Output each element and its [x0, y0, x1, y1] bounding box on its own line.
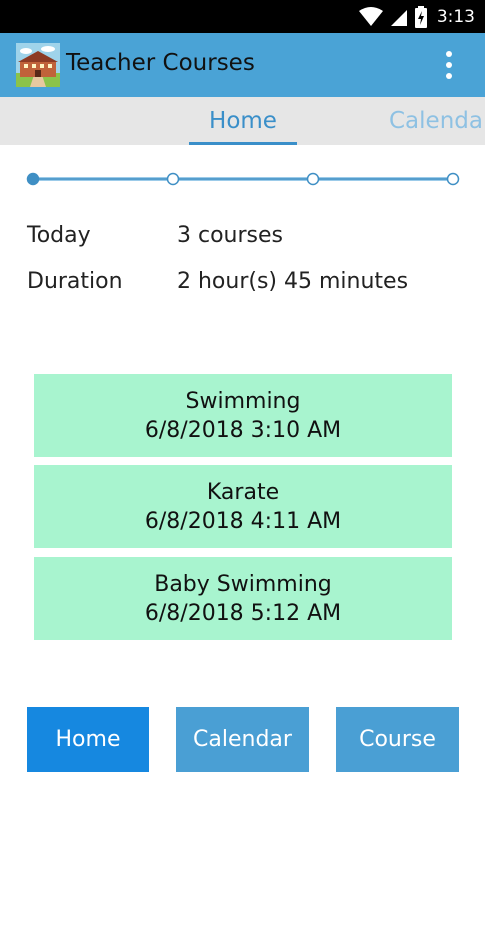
duration-label: Duration: [27, 269, 123, 294]
step-dot-4[interactable]: [446, 172, 460, 186]
duration-value: 2 hour(s) 45 minutes: [177, 269, 409, 294]
step-dot-2[interactable]: [166, 172, 180, 186]
status-time: 3:13: [436, 6, 475, 27]
course-name: Karate: [206, 479, 280, 505]
course-datetime: 6/8/2018 4:11 AM: [144, 508, 342, 534]
course-datetime: 6/8/2018 5:12 AM: [144, 600, 342, 626]
app-title: Teacher Courses: [66, 50, 255, 76]
status-bar: 3:13: [0, 0, 485, 33]
home-button[interactable]: Home: [27, 707, 149, 772]
overflow-dot: [446, 62, 452, 68]
tab-bar: Home Calendar: [0, 97, 485, 145]
tab-calendar[interactable]: Calendar: [389, 97, 485, 145]
step-progress: [26, 172, 460, 186]
school-building-icon: [16, 43, 60, 87]
step-dot-3[interactable]: [306, 172, 320, 186]
today-value: 3 courses: [177, 223, 283, 248]
course-card[interactable]: Swimming 6/8/2018 3:10 AM: [34, 374, 452, 457]
course-datetime: 6/8/2018 3:10 AM: [144, 417, 342, 443]
overflow-dot: [446, 51, 452, 57]
course-card[interactable]: Karate 6/8/2018 4:11 AM: [34, 465, 452, 548]
cell-signal-icon: [390, 9, 407, 26]
course-card[interactable]: Baby Swimming 6/8/2018 5:12 AM: [34, 557, 452, 640]
tab-indicator: [189, 142, 297, 145]
battery-charging-icon: [414, 5, 427, 28]
overflow-menu-button[interactable]: [432, 47, 466, 83]
today-label: Today: [27, 223, 91, 248]
course-name: Baby Swimming: [154, 571, 332, 597]
course-button[interactable]: Course: [336, 707, 459, 772]
status-icons: 3:13: [358, 0, 475, 33]
course-name: Swimming: [185, 388, 301, 414]
wifi-icon: [358, 6, 383, 26]
overflow-dot: [446, 73, 452, 79]
tab-home[interactable]: Home: [189, 97, 297, 145]
calendar-button[interactable]: Calendar: [176, 707, 309, 772]
step-dot-1[interactable]: [26, 172, 40, 186]
app-bar: Teacher Courses: [0, 33, 485, 97]
